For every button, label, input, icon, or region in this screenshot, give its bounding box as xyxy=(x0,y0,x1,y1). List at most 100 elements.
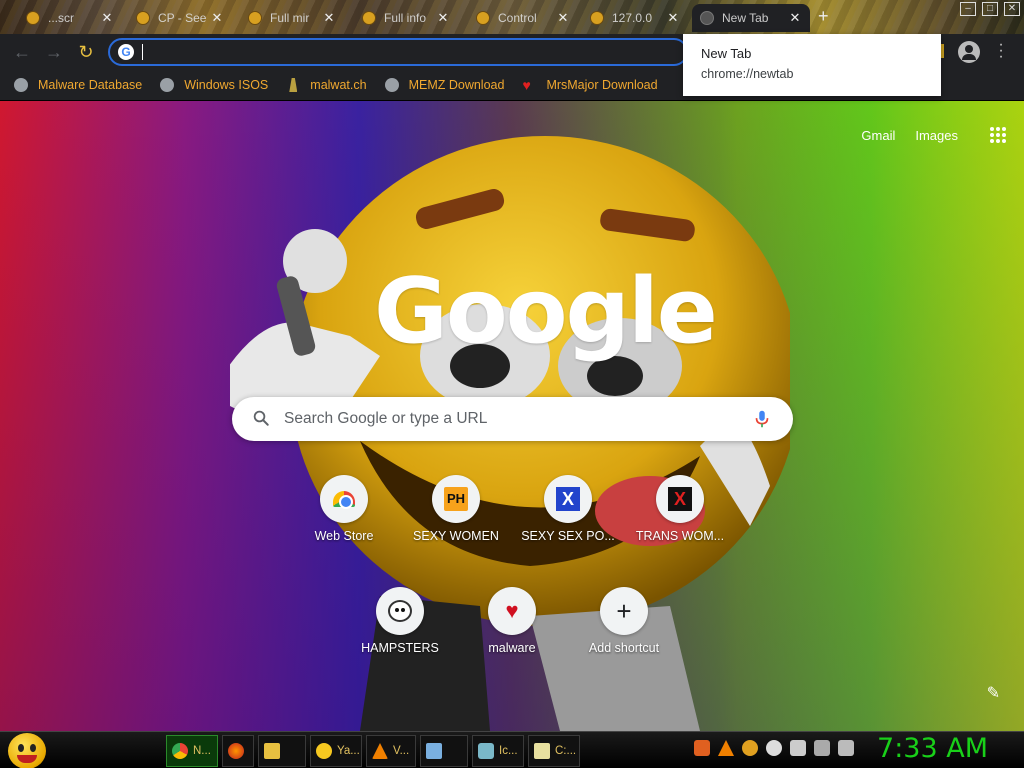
bottle-icon xyxy=(478,743,494,759)
customize-pencil-icon[interactable]: ✎ xyxy=(987,683,1000,703)
shortcut-label: Add shortcut xyxy=(588,641,660,655)
x-red-icon: X xyxy=(668,487,692,511)
bookmark-label: Windows ISOS xyxy=(184,78,269,92)
taskbar-button[interactable]: C:... xyxy=(528,735,580,767)
taskbar-button[interactable] xyxy=(222,735,254,767)
gmail-link[interactable]: Gmail xyxy=(861,128,895,143)
volume-icon[interactable] xyxy=(838,740,854,756)
flag-tray-icon[interactable] xyxy=(790,740,806,756)
tab-title: CP - See xyxy=(158,11,207,25)
x-blue-icon: X xyxy=(556,487,580,511)
bookmark-item[interactable]: Malware Database xyxy=(14,78,142,92)
shortcut-tile[interactable]: X TRANS WOM... xyxy=(624,475,736,543)
tab[interactable]: CP - See ✕ xyxy=(128,4,232,32)
tab-active[interactable]: New Tab ✕ xyxy=(692,4,810,32)
menu-dots-icon[interactable]: · · · xyxy=(996,37,1006,65)
globe-icon xyxy=(14,78,28,92)
shortcut-icon-circle: PH xyxy=(432,475,480,523)
tab[interactable]: 127.0.0 ✕ xyxy=(582,4,688,32)
network-tray-icon[interactable] xyxy=(814,740,830,756)
ph-icon: PH xyxy=(444,487,468,511)
taskbar-button[interactable]: V... xyxy=(366,735,416,767)
shortcut-tile[interactable]: X SEXY SEX PO... xyxy=(512,475,624,543)
taskbar-button[interactable]: Ic... xyxy=(472,735,524,767)
smiley-tray-icon[interactable] xyxy=(766,740,782,756)
bookmark-item[interactable]: Windows ISOS xyxy=(160,78,268,92)
magnifier-tray-icon[interactable] xyxy=(742,740,758,756)
close-icon[interactable]: ✕ xyxy=(666,10,680,26)
taskbar-button[interactable]: N... xyxy=(166,735,218,767)
close-icon[interactable]: ✕ xyxy=(556,10,570,26)
tab-favicon-icon xyxy=(700,11,714,25)
tab-favicon-icon xyxy=(476,11,490,25)
screen: ...scr ✕ CP - See ✕ Full mir ✕ Full info… xyxy=(0,0,1024,768)
maximize-icon[interactable]: □ xyxy=(982,2,998,16)
tray-app-icon[interactable] xyxy=(694,740,710,756)
shortcut-tile[interactable]: ♥ malware xyxy=(456,587,568,655)
taskbar-button[interactable]: Ya... xyxy=(310,735,362,767)
shortcut-tile[interactable]: PH SEXY WOMEN xyxy=(400,475,512,543)
taskbar-button[interactable] xyxy=(420,735,468,767)
bookmark-item[interactable]: ♥ MrsMajor Download xyxy=(522,78,657,92)
tab-title: ...scr xyxy=(48,11,74,25)
bookmark-item[interactable]: malwat.ch xyxy=(286,78,366,92)
chrome-icon xyxy=(172,743,188,759)
close-icon[interactable]: ✕ xyxy=(788,10,802,26)
shortcut-label: TRANS WOM... xyxy=(635,529,725,543)
apps-grid-icon[interactable] xyxy=(990,127,1006,143)
notepad-icon xyxy=(426,743,442,759)
bookmark-label: MEMZ Download xyxy=(408,78,505,92)
smiley-icon xyxy=(316,743,332,759)
close-window-icon[interactable]: ✕ xyxy=(1004,2,1020,16)
minimize-icon[interactable]: – xyxy=(960,2,976,16)
google-logo: Google xyxy=(374,259,718,364)
tab-favicon-icon xyxy=(362,11,376,25)
microphone-icon[interactable] xyxy=(751,408,773,430)
close-icon[interactable]: ✕ xyxy=(100,10,114,26)
shortcut-label: malware xyxy=(488,641,536,655)
back-arrow-icon[interactable]: ← xyxy=(12,42,32,62)
taskbar-button[interactable] xyxy=(258,735,306,767)
file-icon xyxy=(534,743,550,759)
shortcut-label: Web Store xyxy=(314,529,374,543)
tab-title: 127.0.0 xyxy=(612,11,653,25)
tab[interactable]: Control ✕ xyxy=(468,4,578,32)
shortcut-icon-circle: X xyxy=(656,475,704,523)
tab[interactable]: Full info ✕ xyxy=(354,4,458,32)
search-box[interactable]: Search Google or type a URL xyxy=(232,397,793,441)
taskbar: N... Ya... V... Ic... C:... 7:33 AM xyxy=(0,731,1024,768)
firefox-icon xyxy=(228,743,244,759)
close-icon[interactable]: ✕ xyxy=(210,10,224,26)
system-tray xyxy=(694,740,854,756)
tab[interactable]: Full mir ✕ xyxy=(240,4,344,32)
taskbar-label: Ic... xyxy=(499,745,518,757)
taskbar-label: Ya... xyxy=(337,745,360,757)
shortcut-icon-circle: X xyxy=(544,475,592,523)
profile-avatar-icon[interactable] xyxy=(958,41,980,63)
bookmark-label: MrsMajor Download xyxy=(546,78,658,92)
close-icon[interactable]: ✕ xyxy=(322,10,336,26)
start-smiley-icon[interactable] xyxy=(8,733,46,768)
vlc-tray-icon[interactable] xyxy=(718,740,734,756)
google-g-icon: G xyxy=(118,44,134,60)
tab-title: Full info xyxy=(384,11,427,25)
clock[interactable]: 7:33 AM xyxy=(877,733,988,764)
text-cursor xyxy=(142,44,143,60)
window-controls: – □ ✕ xyxy=(960,2,1020,16)
images-link[interactable]: Images xyxy=(915,128,958,143)
bookmark-item[interactable]: MEMZ Download xyxy=(384,78,505,92)
forward-arrow-icon[interactable]: → xyxy=(44,42,64,62)
shortcut-tile[interactable]: HAMPSTERS xyxy=(344,587,456,655)
bookmark-label: Malware Database xyxy=(38,78,143,92)
shortcut-tile[interactable]: Web Store xyxy=(288,475,400,543)
omnibox[interactable]: G xyxy=(108,38,688,66)
tab[interactable]: ...scr ✕ xyxy=(18,4,122,32)
new-tab-plus-icon[interactable]: + xyxy=(818,6,829,27)
shortcut-icon-circle xyxy=(320,475,368,523)
shortcut-icon-circle: ♥ xyxy=(488,587,536,635)
shortcut-label: SEXY SEX PO... xyxy=(521,529,615,543)
taskbar-label: N... xyxy=(193,745,211,757)
close-icon[interactable]: ✕ xyxy=(436,10,450,26)
reload-icon[interactable]: ↻ xyxy=(76,42,96,62)
add-shortcut-button[interactable]: + Add shortcut xyxy=(568,587,680,655)
